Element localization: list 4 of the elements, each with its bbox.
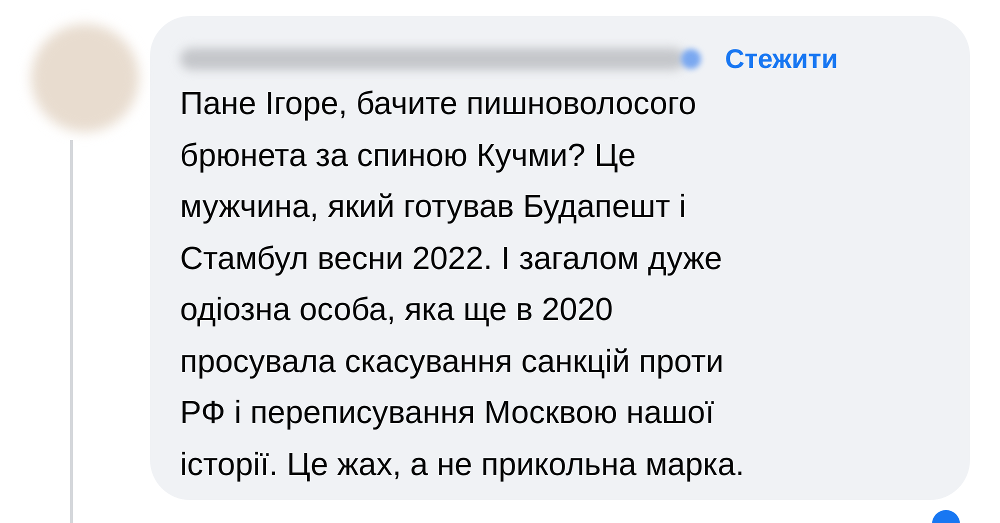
blurred-name[interactable] [180, 48, 685, 70]
verified-icon [681, 49, 701, 69]
comment-text: Пане Ігоре, бачите пишноволосого брюнета за спиною Кучми? Це мужчина, який готував Будапешт і Стамбул весни 2022. І загалом дуже одіозна особа, яка ще в 2020 просувала скасування санкцій проти РФ і переписування Москвою нашої історії. Це жах, а не прикольна марка. [180, 84, 746, 484]
follow-link[interactable]: Стежити [725, 38, 838, 80]
